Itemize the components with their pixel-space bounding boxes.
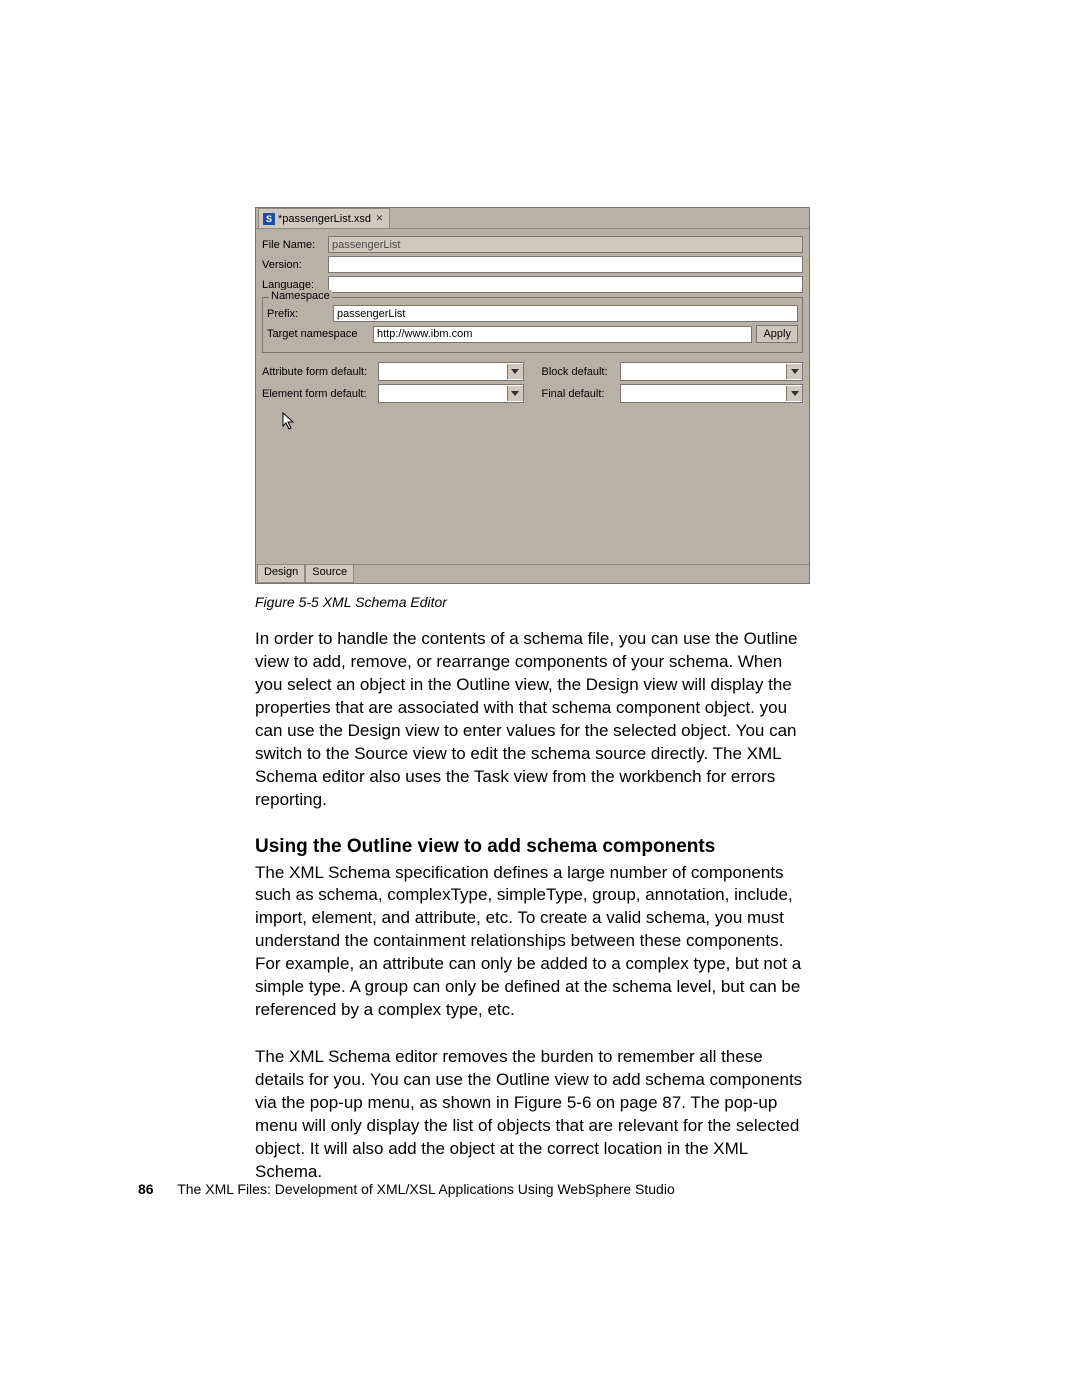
apply-button[interactable]: Apply	[756, 325, 798, 343]
attr-form-default-select[interactable]	[378, 362, 524, 381]
namespace-group: Namespace Prefix: Target namespace Apply	[262, 297, 803, 353]
tab-source[interactable]: Source	[305, 565, 354, 583]
tab-label: *passengerList.xsd	[278, 213, 371, 225]
footer-title: The XML Files: Development of XML/XSL Ap…	[177, 1181, 675, 1197]
elem-form-default-select[interactable]	[378, 384, 524, 403]
prefix-label: Prefix:	[267, 308, 329, 320]
chevron-down-icon	[786, 364, 802, 379]
body-paragraph: The XML Schema specification defines a l…	[255, 862, 810, 1023]
page-number: 86	[138, 1181, 154, 1197]
xml-schema-editor: S *passengerList.xsd ✕ File Name: Versio…	[255, 207, 810, 584]
mouse-cursor-icon	[282, 412, 803, 430]
tab-design[interactable]: Design	[257, 565, 305, 583]
schema-file-icon: S	[263, 213, 275, 225]
prefix-field[interactable]	[333, 305, 798, 322]
block-default-label: Block default:	[542, 366, 616, 378]
final-default-label: Final default:	[542, 388, 616, 400]
file-name-label: File Name:	[262, 239, 324, 251]
language-field[interactable]	[328, 276, 803, 293]
version-field[interactable]	[328, 256, 803, 273]
chevron-down-icon	[786, 386, 802, 401]
block-default-select[interactable]	[620, 362, 804, 381]
language-label: Language:	[262, 279, 324, 291]
chevron-down-icon	[507, 386, 523, 401]
chevron-down-icon	[507, 364, 523, 379]
target-namespace-label: Target namespace	[267, 328, 369, 340]
attr-form-default-label: Attribute form default:	[262, 366, 374, 378]
body-paragraph: The XML Schema editor removes the burden…	[255, 1046, 810, 1184]
file-name-field	[328, 236, 803, 253]
body-paragraph: In order to handle the contents of a sch…	[255, 628, 810, 812]
page-footer: 86 The XML Files: Development of XML/XSL…	[138, 1181, 675, 1197]
namespace-legend: Namespace	[269, 290, 332, 302]
section-heading: Using the Outline view to add schema com…	[255, 836, 810, 858]
version-label: Version:	[262, 259, 324, 271]
tab-passengerlist[interactable]: S *passengerList.xsd ✕	[258, 208, 390, 228]
elem-form-default-label: Element form default:	[262, 388, 374, 400]
editor-tab-strip: S *passengerList.xsd ✕	[256, 208, 809, 229]
figure-caption: Figure 5-5 XML Schema Editor	[255, 594, 810, 610]
close-icon[interactable]: ✕	[374, 213, 385, 224]
final-default-select[interactable]	[620, 384, 804, 403]
editor-bottom-tabs: Design Source	[256, 564, 809, 583]
editor-form: File Name: Version: Language: Namespace …	[256, 229, 809, 564]
target-namespace-field[interactable]	[373, 326, 752, 343]
